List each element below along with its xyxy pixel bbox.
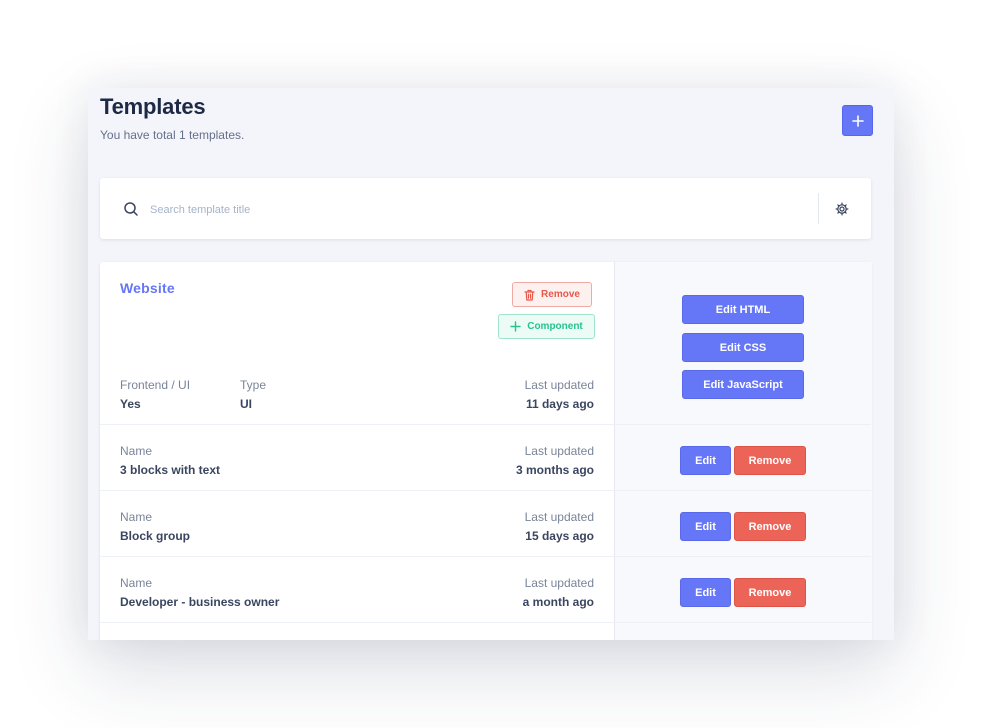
remove-component-button[interactable]: Remove: [734, 446, 806, 475]
row-divider: [100, 490, 871, 491]
gear-icon[interactable]: [835, 202, 849, 216]
search-divider: [818, 193, 819, 224]
edit-component-button[interactable]: Edit: [680, 512, 731, 541]
type-label: Type: [240, 378, 267, 392]
edit-component-button[interactable]: Edit: [680, 578, 731, 607]
component-updated: a month ago: [522, 595, 594, 609]
page-subtitle: You have total 1 templates.: [100, 128, 245, 142]
remove-component-button[interactable]: Remove: [734, 512, 806, 541]
search-bar: [100, 178, 871, 239]
edit-component-button[interactable]: Edit: [680, 446, 731, 475]
add-component-label: Component: [527, 321, 583, 332]
templates-page: Templates You have total 1 templates. We…: [88, 88, 894, 640]
plus-icon: [851, 114, 864, 127]
page-title: Templates: [100, 94, 206, 119]
row-divider: [100, 556, 871, 557]
frontend-label: Frontend / UI: [120, 378, 191, 392]
frontend-value: Yes: [120, 397, 141, 411]
component-updated: 15 days ago: [525, 529, 594, 543]
component-updated: 3 months ago: [515, 463, 594, 477]
row-divider: [100, 424, 871, 425]
updated-value: 11 days ago: [525, 397, 594, 411]
template-title[interactable]: Website: [120, 280, 175, 296]
edit-javascript-button[interactable]: Edit JavaScript: [682, 370, 804, 399]
remove-template-label: Remove: [541, 289, 580, 300]
remove-component-button[interactable]: Remove: [734, 578, 806, 607]
component-updated-label: Last updated: [524, 510, 594, 524]
edit-css-button[interactable]: Edit CSS: [682, 333, 804, 362]
updated-label: Last updated: [524, 378, 594, 392]
type-value: UI: [240, 397, 252, 411]
component-updated-label: Last updated: [524, 444, 594, 458]
search-input[interactable]: [148, 198, 752, 222]
edit-html-button[interactable]: Edit HTML: [682, 295, 804, 324]
add-component-button[interactable]: Component: [498, 314, 595, 339]
templates-table: Website Remove Component Frontend / UI Y…: [100, 262, 872, 640]
component-name: 3 blocks with text: [120, 463, 221, 477]
component-name-label: Name: [120, 510, 153, 524]
component-name-label: Name: [120, 444, 153, 458]
search-icon: [124, 202, 138, 216]
component-name: Developer - business owner: [120, 595, 280, 609]
remove-template-button[interactable]: Remove: [512, 282, 592, 307]
component-updated-label: Last updated: [524, 576, 594, 590]
plus-icon: [510, 321, 521, 332]
add-template-button[interactable]: [842, 105, 873, 136]
component-name: Block group: [120, 529, 191, 543]
component-name-label: Name: [120, 576, 153, 590]
trash-icon: [524, 289, 535, 301]
row-divider: [100, 622, 871, 623]
